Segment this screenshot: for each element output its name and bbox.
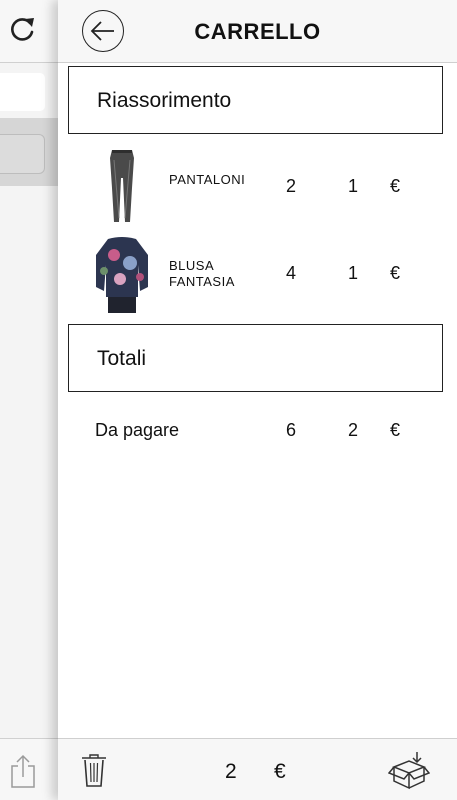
share-icon[interactable] bbox=[8, 753, 38, 789]
total-currency: € bbox=[390, 420, 401, 440]
total-label: Da pagare bbox=[95, 420, 180, 440]
total-price: 2 bbox=[348, 420, 359, 440]
background-top-bar bbox=[0, 0, 58, 63]
bottom-toolbar: 2 € bbox=[58, 738, 457, 800]
total-row: Da pagare 6 2 € bbox=[58, 420, 457, 444]
items-section-header: Riassorimento bbox=[68, 66, 443, 134]
item-quantity: 2 bbox=[286, 176, 297, 196]
item-price: 1 bbox=[348, 176, 359, 196]
background-panel bbox=[0, 0, 58, 800]
cart-item[interactable]: BLUSA FANTASIA 4 1 € bbox=[58, 235, 457, 313]
totals-section-header: Totali bbox=[68, 324, 443, 392]
trash-icon[interactable] bbox=[80, 752, 108, 788]
refresh-icon[interactable] bbox=[6, 14, 38, 46]
app-screen: CARRELLO Riassorimento PANTALONI 2 1 € B… bbox=[0, 0, 457, 800]
box-download-icon[interactable] bbox=[388, 751, 430, 791]
toolbar-total-currency: € bbox=[274, 760, 286, 783]
item-currency: € bbox=[390, 176, 401, 196]
background-button[interactable] bbox=[0, 134, 45, 174]
totals-section-title: Totali bbox=[97, 347, 147, 370]
background-input-field[interactable] bbox=[0, 73, 45, 111]
navigation-bar: CARRELLO bbox=[58, 0, 457, 63]
toolbar-total-amount: 2 bbox=[225, 760, 237, 783]
cart-panel: CARRELLO Riassorimento PANTALONI 2 1 € B… bbox=[58, 0, 457, 800]
item-price: 1 bbox=[348, 263, 359, 283]
item-currency: € bbox=[390, 263, 401, 283]
item-quantity: 4 bbox=[286, 263, 297, 283]
item-name-line-2: FANTASIA bbox=[169, 274, 235, 289]
background-bottom-bar bbox=[0, 738, 58, 800]
item-name: PANTALONI bbox=[169, 172, 246, 187]
item-name-line-1: BLUSA bbox=[169, 258, 215, 273]
page-title: CARRELLO bbox=[194, 19, 321, 44]
cart-item[interactable]: PANTALONI 2 1 € bbox=[58, 148, 457, 226]
items-section-title: Riassorimento bbox=[97, 89, 232, 112]
trousers-image bbox=[92, 148, 152, 226]
floral-blouse-image bbox=[92, 235, 152, 313]
total-quantity: 6 bbox=[286, 420, 297, 440]
